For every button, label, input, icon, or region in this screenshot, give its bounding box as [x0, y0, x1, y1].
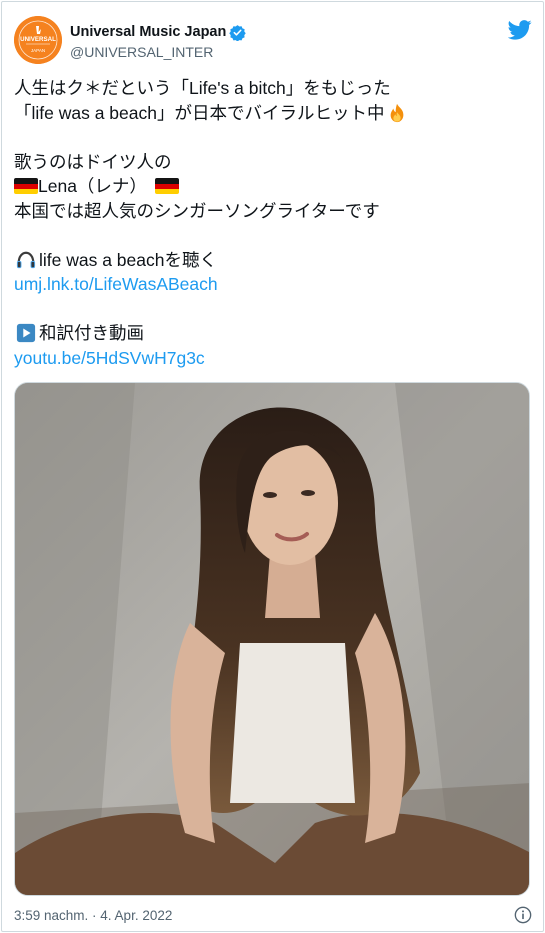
german-flag-emoji-icon: [14, 178, 38, 195]
text-video: 和訳付き動画: [39, 323, 144, 343]
text-line-9: youtu.be/5HdSVwH7g3c: [14, 346, 534, 371]
text-intro: 人生はク＊だという「Life's a bitch」をもじった: [14, 78, 391, 98]
text-viral: 「life was a beach」が日本でバイラルヒット中: [14, 102, 385, 123]
avatar-text-bottom: JAPAN: [31, 48, 45, 53]
text-line-3: 歌うのはドイツ人の: [14, 150, 534, 175]
tweet-text: 人生はク＊だという「Life's a bitch」をもじった 「life was…: [14, 76, 534, 370]
text-line-5: 本国では超人気のシンガーソングライターです: [14, 199, 534, 224]
info-icon[interactable]: [514, 906, 532, 924]
timestamp[interactable]: 3:59 nachm. · 4. Apr. 2022: [14, 908, 172, 923]
text-singer-name: Lena（レナ）: [38, 176, 147, 196]
play-button-emoji-icon: [16, 324, 36, 343]
headphone-emoji-icon: [16, 251, 36, 268]
text-line-2: 「life was a beach」が日本でバイラルヒット中: [14, 101, 534, 126]
text-line-6: life was a beachを聴く: [14, 248, 534, 273]
verified-badge-icon: [229, 24, 247, 41]
avatar-text-top: UNIVERSAL: [20, 36, 56, 43]
avatar[interactable]: UNIVERSAL JAPAN: [14, 16, 62, 64]
listen-link[interactable]: umj.lnk.to/LifeWasABeach: [14, 272, 218, 297]
author-info: Universal Music Japan @UNIVERSAL_INTER: [70, 23, 247, 60]
text-singer-desc: 本国では超人気のシンガーソングライターです: [14, 200, 380, 221]
tweet-footer: 3:59 nachm. · 4. Apr. 2022: [14, 906, 534, 926]
text-line-1: 人生はク＊だという「Life's a bitch」をもじった: [14, 76, 534, 101]
text-line-4: Lena（レナ）: [14, 174, 534, 199]
text-line-8: 和訳付き動画: [14, 321, 534, 346]
twitter-bird-icon[interactable]: [508, 20, 532, 40]
handle[interactable]: @UNIVERSAL_INTER: [70, 44, 246, 60]
german-flag-emoji-icon: [154, 178, 179, 195]
text-listen: life was a beachを聴く: [39, 249, 217, 270]
tweet-header: UNIVERSAL JAPAN Universal Music Japan @U…: [14, 16, 534, 64]
tweet-photo[interactable]: [14, 382, 530, 896]
photo-of-singer: [15, 383, 529, 895]
text-singer-intro: 歌うのはドイツ人の: [14, 151, 172, 172]
fire-emoji-icon: [390, 103, 403, 122]
tweet-card[interactable]: UNIVERSAL JAPAN Universal Music Japan @U…: [1, 1, 544, 932]
text-line-7: umj.lnk.to/LifeWasABeach: [14, 272, 534, 297]
display-name[interactable]: Universal Music Japan: [70, 24, 226, 40]
video-link[interactable]: youtu.be/5HdSVwH7g3c: [14, 346, 205, 371]
